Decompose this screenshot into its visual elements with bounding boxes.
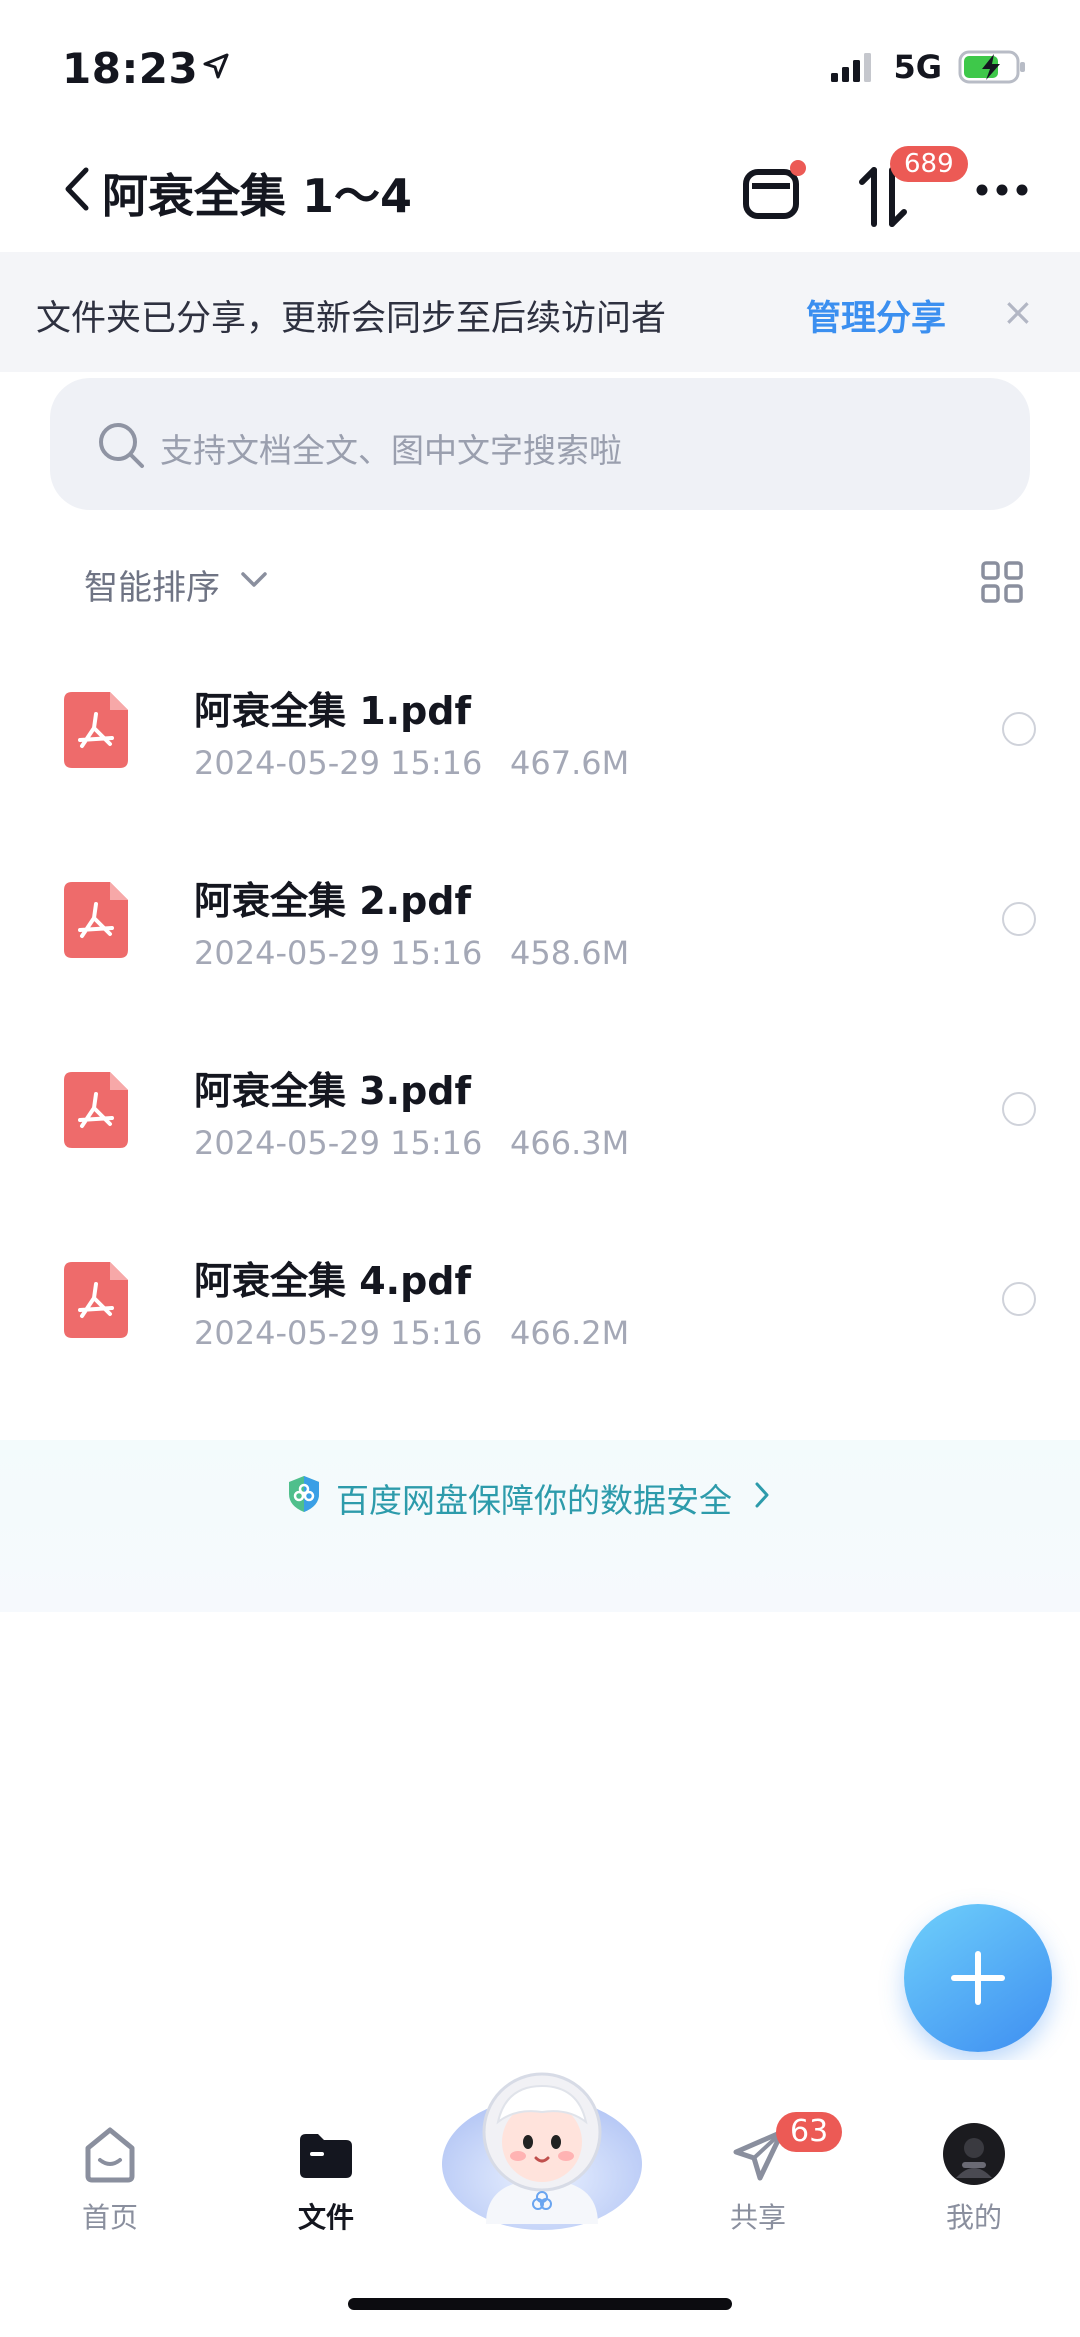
chevron-down-icon	[241, 572, 267, 587]
file-date: 2024-05-29 15:16	[194, 1124, 483, 1162]
tab-home[interactable]: 首页	[50, 2196, 170, 2236]
pdf-file-icon	[64, 692, 128, 768]
file-date: 2024-05-29 15:16	[194, 934, 483, 972]
grid-view-icon[interactable]	[980, 560, 1024, 604]
location-arrow-icon	[203, 53, 229, 79]
pdf-file-icon	[64, 1072, 128, 1148]
file-size: 466.3M	[510, 1124, 630, 1162]
page-title: 阿衰全集 1～4	[102, 169, 413, 223]
home-indicator	[348, 2298, 732, 2310]
file-size: 466.2M	[510, 1314, 630, 1352]
file-row[interactable]	[0, 824, 1080, 1014]
more-icon[interactable]	[974, 180, 1030, 200]
status-time: 18:23	[62, 44, 199, 93]
file-row[interactable]	[0, 1014, 1080, 1204]
file-row[interactable]	[0, 634, 1080, 824]
select-radio[interactable]	[1002, 902, 1036, 936]
home-icon[interactable]	[80, 2126, 140, 2184]
plus-icon	[951, 1951, 1005, 2005]
manage-share-link[interactable]: 管理分享	[806, 290, 946, 341]
signal-icon	[831, 53, 872, 82]
file-name: 阿衰全集 3.pdf	[194, 1069, 472, 1113]
select-radio[interactable]	[1002, 1282, 1036, 1316]
pdf-file-icon	[64, 1262, 128, 1338]
file-size: 467.6M	[510, 744, 630, 782]
search-placeholder: 支持文档全文、图中文字搜索啦	[160, 431, 622, 470]
backup-box-icon[interactable]	[742, 160, 806, 224]
close-banner-button[interactable]: ×	[1002, 290, 1034, 334]
pdf-file-icon	[64, 882, 128, 958]
share-badge: 63	[776, 2112, 843, 2152]
chevron-right-icon	[755, 1482, 769, 1508]
select-radio[interactable]	[1002, 712, 1036, 746]
security-text: 百度网盘保障你的数据安全	[336, 1481, 732, 1520]
share-banner-text: 文件夹已分享，更新会同步至后续访问者	[36, 299, 667, 339]
file-date: 2024-05-29 15:16	[194, 744, 483, 782]
sort-dropdown[interactable]: 智能排序	[84, 560, 220, 609]
back-button[interactable]	[58, 164, 98, 214]
select-radio[interactable]	[1002, 1092, 1036, 1126]
network-type: 5G	[893, 48, 942, 86]
battery-charging-icon	[958, 50, 1025, 84]
file-name: 阿衰全集 1.pdf	[194, 689, 472, 733]
status-right: 5G	[829, 48, 1028, 86]
file-name: 阿衰全集 2.pdf	[194, 879, 472, 923]
tab-mine[interactable]: 我的	[914, 2196, 1034, 2236]
file-name: 阿衰全集 4.pdf	[194, 1259, 472, 1303]
folder-icon[interactable]	[298, 2130, 354, 2180]
avatar[interactable]	[942, 2122, 1006, 2186]
tab-share[interactable]: 共享	[698, 2196, 818, 2236]
transfer-badge: 689	[890, 146, 968, 182]
tab-files[interactable]: 文件	[266, 2196, 386, 2236]
file-row[interactable]	[0, 1204, 1080, 1394]
assistant-mascot[interactable]	[440, 2060, 644, 2240]
file-size: 458.6M	[510, 934, 630, 972]
shield-icon	[289, 1476, 319, 1512]
security-banner[interactable]	[0, 1440, 1080, 1612]
file-date: 2024-05-29 15:16	[194, 1314, 483, 1352]
search-icon	[99, 423, 144, 468]
